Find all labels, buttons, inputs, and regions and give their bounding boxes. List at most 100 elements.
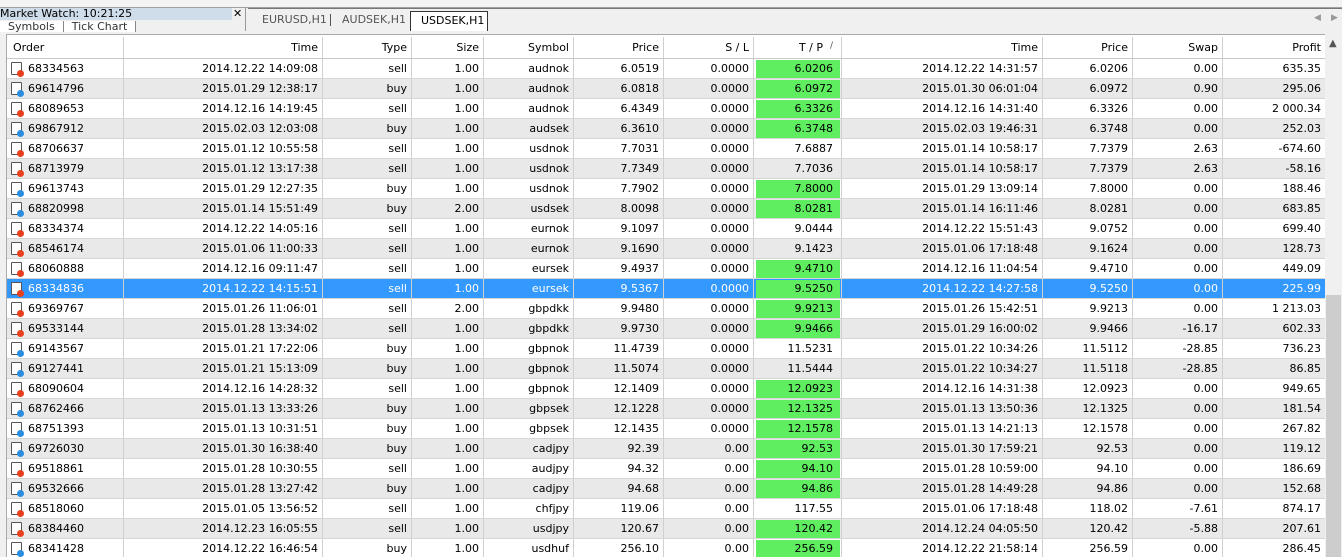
cell-type: buy — [323, 179, 412, 198]
chart-tab-audsek[interactable]: AUDSEK,H1 — [332, 11, 416, 31]
chart-tab-usdsek[interactable]: USDSEK,H1 — [410, 11, 488, 31]
cell-close-time: 2014.12.24 04:05:50 — [842, 519, 1043, 538]
table-row[interactable]: 69613743 2015.01.29 12:27:35 buy 1.00 usdnok… — [7, 179, 1325, 199]
table-row[interactable]: 68334563 2014.12.22 14:09:08 sell 1.00 audno… — [7, 59, 1325, 79]
cell-open-time: 2015.01.12 13:17:38 — [124, 159, 323, 178]
table-row[interactable]: 68751393 2015.01.13 10:31:51 buy 1.00 gbpsek… — [7, 419, 1325, 439]
column-header-close-time[interactable]: Time — [842, 37, 1043, 58]
table-row[interactable]: 68713979 2015.01.12 13:17:38 sell 1.00 usdno… — [7, 159, 1325, 179]
cell-open-price: 6.0519 — [574, 59, 664, 78]
table-row[interactable]: 69127441 2015.01.21 15:13:09 buy 1.00 gbpnok… — [7, 359, 1325, 379]
cell-take-profit: 94.86 — [754, 479, 842, 498]
cell-stop-loss: 0.0000 — [664, 179, 754, 198]
table-row[interactable]: 68334374 2014.12.22 14:05:16 sell 1.00 eurno… — [7, 219, 1325, 239]
cell-open-price: 8.0098 — [574, 199, 664, 218]
cell-open-price: 6.4349 — [574, 99, 664, 118]
cell-type: buy — [323, 439, 412, 458]
table-row[interactable]: 69726030 2015.01.30 16:38:40 buy 1.00 cadjpy… — [7, 439, 1325, 459]
table-row[interactable]: 68384460 2014.12.23 16:05:55 sell 1.00 usdjp… — [7, 519, 1325, 539]
scroll-left-icon[interactable]: ◀ — [1314, 13, 1321, 23]
table-row[interactable]: 68546174 2015.01.06 11:00:33 sell 1.00 eurno… — [7, 239, 1325, 259]
cell-open-price: 7.7031 — [574, 139, 664, 158]
cell-size: 1.00 — [412, 59, 484, 78]
column-header-stop-loss[interactable]: S / L — [664, 37, 754, 58]
cell-size: 1.00 — [412, 119, 484, 138]
cell-swap: -16.17 — [1133, 319, 1223, 338]
table-row[interactable]: 68060888 2014.12.16 09:11:47 sell 1.00 eurse… — [7, 259, 1325, 279]
cell-close-price: 9.5250 — [1043, 279, 1133, 298]
tab-symbols[interactable]: Symbols — [0, 21, 64, 32]
cell-open-price: 12.1435 — [574, 419, 664, 438]
cell-open-price: 9.1690 — [574, 239, 664, 258]
cell-open-price: 11.4739 — [574, 339, 664, 358]
cell-symbol: usdnok — [484, 159, 574, 178]
cell-close-price: 94.86 — [1043, 479, 1133, 498]
table-row[interactable]: 69369767 2015.01.26 11:06:01 sell 2.00 gbpdk… — [7, 299, 1325, 319]
column-header-type[interactable]: Type — [323, 37, 412, 58]
table-row[interactable]: 69532666 2015.01.28 13:27:42 buy 1.00 cadjpy… — [7, 479, 1325, 499]
cell-close-time: 2014.12.22 21:58:14 — [842, 539, 1043, 557]
table-row[interactable]: 69867912 2015.02.03 12:03:08 buy 1.00 audsek… — [7, 119, 1325, 139]
scroll-up-icon[interactable]: ▲ — [1329, 38, 1337, 49]
cell-stop-loss: 0.0000 — [664, 219, 754, 238]
table-row[interactable]: 68341428 2014.12.22 16:46:54 buy 1.00 usdhuf… — [7, 539, 1325, 557]
table-row[interactable]: 69518861 2015.01.28 10:30:55 sell 1.00 audjp… — [7, 459, 1325, 479]
table-row[interactable]: 69614796 2015.01.29 12:38:17 buy 1.00 audnok… — [7, 79, 1325, 99]
cell-order: 68820998 — [7, 199, 124, 218]
cell-profit: 683.85 — [1223, 199, 1325, 218]
cell-type: sell — [323, 319, 412, 338]
table-row[interactable]: 69143567 2015.01.21 17:22:06 buy 1.00 gbpnok… — [7, 339, 1325, 359]
cell-size: 1.00 — [412, 339, 484, 358]
cell-symbol: cadjpy — [484, 439, 574, 458]
cell-close-price: 6.0206 — [1043, 59, 1133, 78]
column-header-profit[interactable]: Profit — [1223, 37, 1325, 58]
column-header-size[interactable]: Size — [412, 37, 484, 58]
tab-tick-chart[interactable]: Tick Chart — [63, 21, 137, 32]
close-icon[interactable]: ✕ — [233, 8, 242, 20]
table-row[interactable]: 68762466 2015.01.13 13:33:26 buy 1.00 gbpsek… — [7, 399, 1325, 419]
cell-size: 1.00 — [412, 159, 484, 178]
cell-symbol: usdhuf — [484, 539, 574, 557]
cell-size: 1.00 — [412, 219, 484, 238]
cell-order: 69127441 — [7, 359, 124, 378]
market-watch-title[interactable]: Market Watch: 10:21:25 — [0, 8, 232, 20]
cell-symbol: gbpnok — [484, 359, 574, 378]
cell-stop-loss: 0.0000 — [664, 279, 754, 298]
chart-tab-eurusd[interactable]: EURUSD,H1 — [252, 11, 337, 31]
cell-stop-loss: 0.0000 — [664, 79, 754, 98]
column-header-open-time[interactable]: Time — [124, 37, 323, 58]
table-row[interactable]: 68820998 2015.01.14 15:51:49 buy 2.00 usdsek… — [7, 199, 1325, 219]
scroll-right-icon[interactable]: ▶ — [1331, 13, 1338, 23]
cell-close-price: 118.02 — [1043, 499, 1133, 518]
column-header-order[interactable]: Order — [7, 37, 124, 58]
column-header-symbol[interactable]: Symbol — [484, 37, 574, 58]
cell-take-profit: 9.1423 — [754, 239, 842, 258]
table-row[interactable]: 68090604 2014.12.16 14:28:32 sell 1.00 gbpno… — [7, 379, 1325, 399]
cell-profit: 225.99 — [1223, 279, 1325, 298]
cell-open-price: 9.1097 — [574, 219, 664, 238]
column-header-open-price[interactable]: Price — [574, 37, 664, 58]
scrollbar-thumb[interactable] — [1326, 295, 1341, 557]
cell-close-price: 8.0281 — [1043, 199, 1133, 218]
cell-swap: 0.00 — [1133, 59, 1223, 78]
cell-symbol: audsek — [484, 119, 574, 138]
cell-open-price: 9.5367 — [574, 279, 664, 298]
table-row[interactable]: 69533144 2015.01.28 13:34:02 sell 1.00 gbpdk… — [7, 319, 1325, 339]
column-header-swap[interactable]: Swap — [1133, 37, 1223, 58]
cell-order: 68334836 — [7, 279, 124, 298]
cell-profit: 286.45 — [1223, 539, 1325, 557]
column-header-take-profit[interactable]: T / P — [754, 37, 842, 58]
table-row[interactable]: 68334836 2014.12.22 14:15:51 sell 1.00 eurse… — [7, 279, 1325, 299]
cell-profit: 295.06 — [1223, 79, 1325, 98]
cell-open-time: 2015.01.14 15:51:49 — [124, 199, 323, 218]
cell-close-time: 2015.01.22 10:34:26 — [842, 339, 1043, 358]
table-row[interactable]: 68706637 2015.01.12 10:55:58 sell 1.00 usdno… — [7, 139, 1325, 159]
cell-order: 69867912 — [7, 119, 124, 138]
cell-order: 68334563 — [7, 59, 124, 78]
table-row[interactable]: 68518060 2015.01.05 13:56:52 sell 1.00 chfjp… — [7, 499, 1325, 519]
table-row[interactable]: 68089653 2014.12.16 14:19:45 sell 1.00 audno… — [7, 99, 1325, 119]
cell-take-profit: 7.6887 — [754, 139, 842, 158]
cell-close-time: 2015.01.13 14:21:13 — [842, 419, 1043, 438]
column-header-close-price[interactable]: Price — [1043, 37, 1133, 58]
cell-take-profit: 9.4710 — [754, 259, 842, 278]
